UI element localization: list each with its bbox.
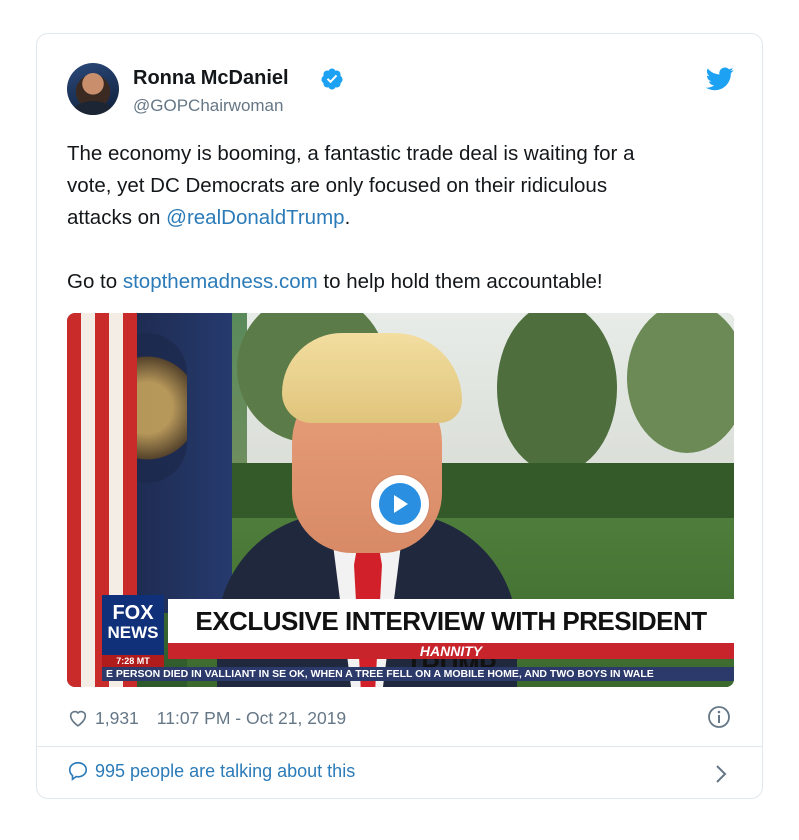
conversation-label[interactable]: 995 people are talking about this (95, 761, 355, 782)
tweet-line-2: vote, yet DC Democrats are only focused … (67, 174, 608, 197)
tweet-text: The economy is booming, a fantastic trad… (67, 138, 737, 298)
divider (37, 746, 762, 747)
avatar[interactable] (67, 63, 119, 115)
broadcast-ticker: E PERSON DIED IN VALLIANT IN SE OK, WHEN… (102, 667, 734, 681)
url-link[interactable]: stopthemadness.com (123, 270, 318, 293)
tweet-line-3-suffix: . (344, 206, 351, 229)
broadcast-headline: EXCLUSIVE INTERVIEW WITH PRESIDENT TRUMP (168, 599, 734, 680)
info-icon[interactable] (707, 705, 731, 729)
tweet-p2-suffix: to help hold them accountable! (317, 270, 603, 293)
author-name[interactable]: Ronna McDaniel (133, 67, 289, 90)
tweet-meta: 1,931 11:07 PM - Oct 21, 2019 (67, 704, 346, 732)
author-handle[interactable]: @GOPChairwoman (133, 96, 283, 116)
chevron-right-icon[interactable] (713, 763, 729, 785)
like-count[interactable]: 1,931 (95, 708, 139, 729)
broadcast-time: 7:28 MT (102, 655, 164, 667)
comment-bubble-icon (68, 761, 88, 781)
conversation-link[interactable]: 995 people are talking about this (67, 760, 355, 782)
tweet-p2-prefix: Go to (67, 270, 123, 293)
tweet-card[interactable]: Ronna McDaniel @GOPChairwoman The econom… (36, 33, 763, 799)
broadcast-show: HANNITY (168, 643, 734, 659)
timestamp[interactable]: 11:07 PM - Oct 21, 2019 (157, 708, 346, 729)
heart-icon[interactable] (67, 707, 89, 729)
tweet-line-1: The economy is booming, a fantastic trad… (67, 142, 635, 165)
video-thumbnail[interactable]: FOX NEWS 7:28 MT EXCLUSIVE INTERVIEW WIT… (67, 313, 734, 687)
play-icon (394, 495, 408, 513)
verified-badge-icon (321, 68, 343, 90)
mention-link[interactable]: @realDonaldTrump (166, 206, 344, 229)
broadcast-lower-third: FOX NEWS 7:28 MT EXCLUSIVE INTERVIEW WIT… (102, 595, 734, 681)
tweet-line-3-prefix: attacks on (67, 206, 167, 229)
twitter-bird-icon[interactable] (706, 67, 734, 91)
play-button[interactable] (371, 475, 429, 533)
fox-news-logo: FOX NEWS (102, 595, 164, 655)
